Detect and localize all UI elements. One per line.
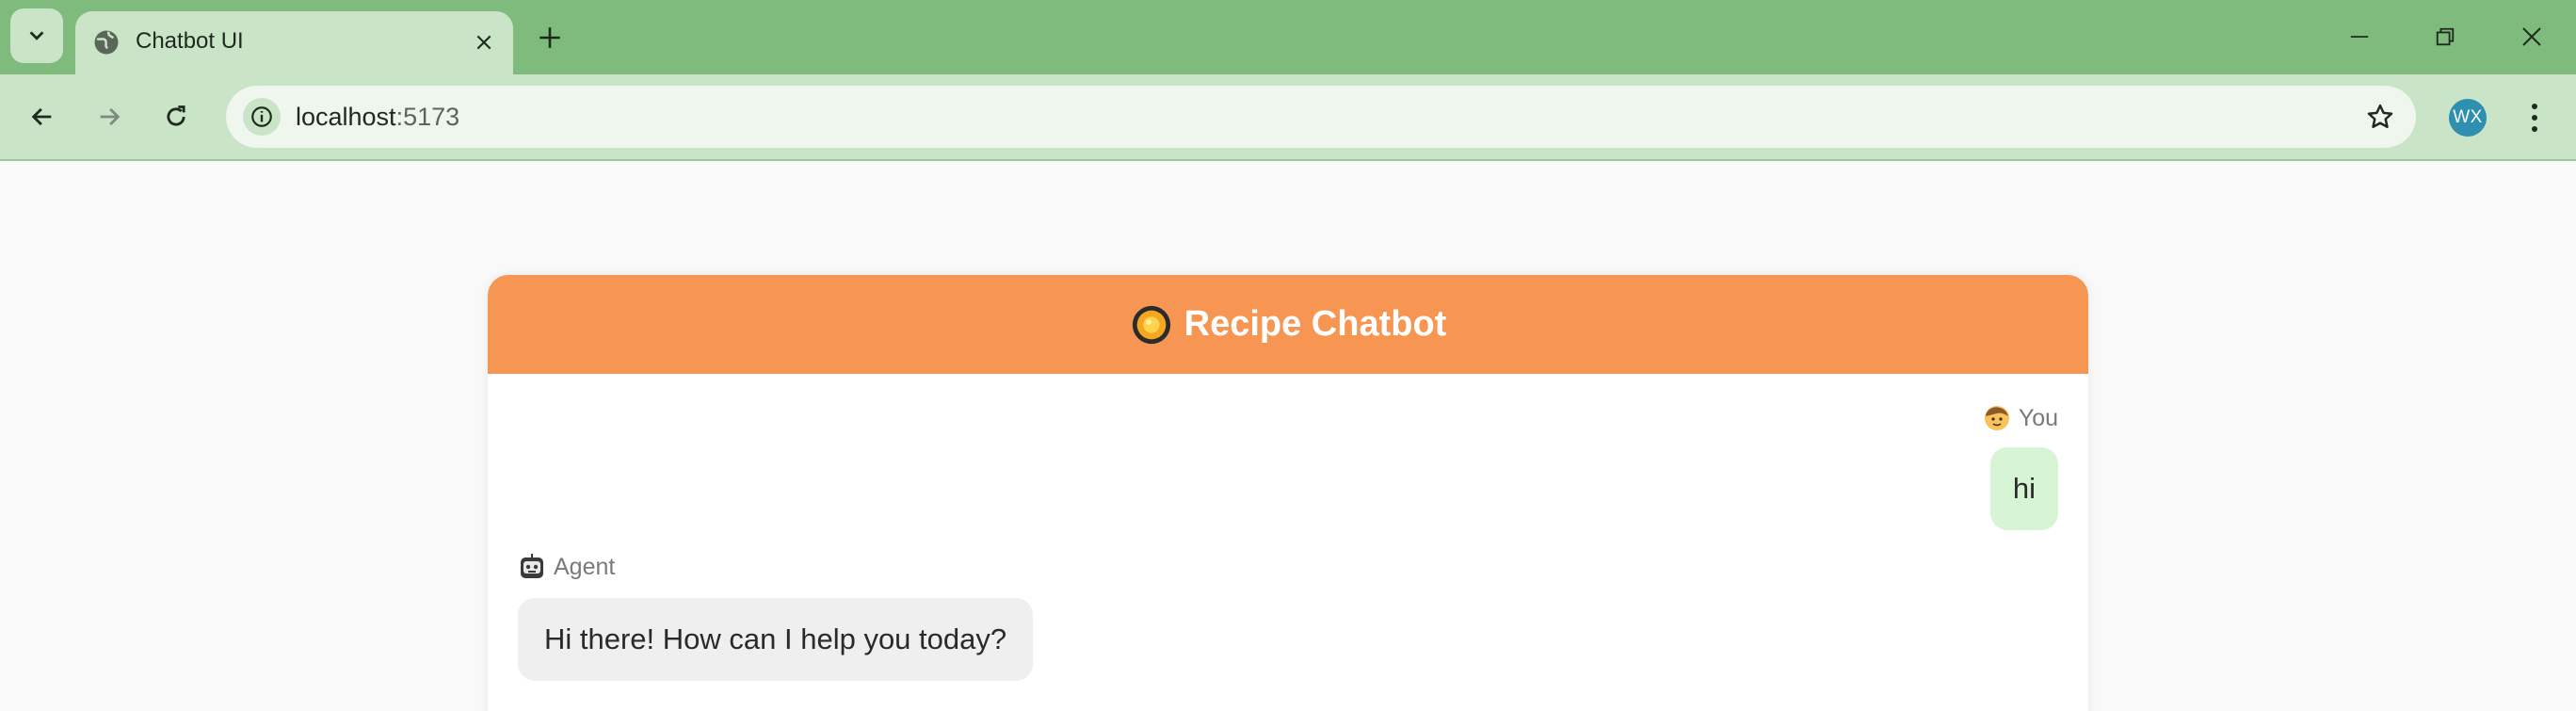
url-host: localhost [296,103,396,131]
cooking-pan-icon [1132,305,1170,344]
chat-title: Recipe Chatbot [1183,304,1447,344]
close-window-button[interactable] [2505,13,2558,60]
message-sender-user: You [1983,404,2058,432]
chevron-down-icon [29,31,44,40]
more-vertical-icon [2532,104,2537,132]
person-icon [1984,406,2009,430]
restore-button[interactable] [2419,13,2471,60]
robot-icon [521,554,543,578]
message-bubble-agent: Hi there! How can I help you today? [518,598,1034,681]
minimize-icon [2350,36,2369,38]
star-icon [2367,104,2393,128]
forward-button[interactable] [86,93,133,140]
tab-close-button[interactable] [468,26,500,58]
back-button[interactable] [19,93,66,140]
address-bar[interactable]: localhost:5173 [226,86,2416,148]
browser-menu-button[interactable] [2514,94,2555,141]
reload-button[interactable] [153,93,200,140]
url-text: localhost:5173 [296,101,459,133]
profile-avatar[interactable]: WX [2449,99,2487,137]
reload-icon [167,105,185,126]
chat-header: Recipe Chatbot [488,275,2088,374]
minimize-button[interactable] [2333,13,2386,60]
bookmark-button[interactable] [2363,100,2397,134]
browser-toolbar: localhost:5173 [0,74,2576,161]
site-info-button[interactable] [243,98,281,136]
sender-name: Agent [554,553,616,580]
chat-window: Recipe Chatbot You hi Agent Hi there! Ho… [488,275,2088,711]
close-icon [2522,27,2541,46]
new-tab-button[interactable] [529,17,571,58]
arrow-right-icon [100,107,121,126]
message-bubble-user: hi [1989,447,2058,530]
tab-strip: Chatbot UI [0,0,2576,74]
arrow-left-icon [31,107,52,126]
active-tab[interactable]: Chatbot UI [75,11,513,74]
plus-icon [539,27,560,48]
info-icon [251,106,272,127]
url-port: :5173 [395,103,460,131]
message-sender-agent: Agent [518,553,615,581]
globe-icon [94,30,119,55]
tab-title: Chatbot UI [136,28,244,54]
sender-name: You [2018,404,2058,431]
tab-search-button[interactable] [10,8,63,63]
close-icon [476,35,491,50]
restore-icon [2436,27,2455,46]
